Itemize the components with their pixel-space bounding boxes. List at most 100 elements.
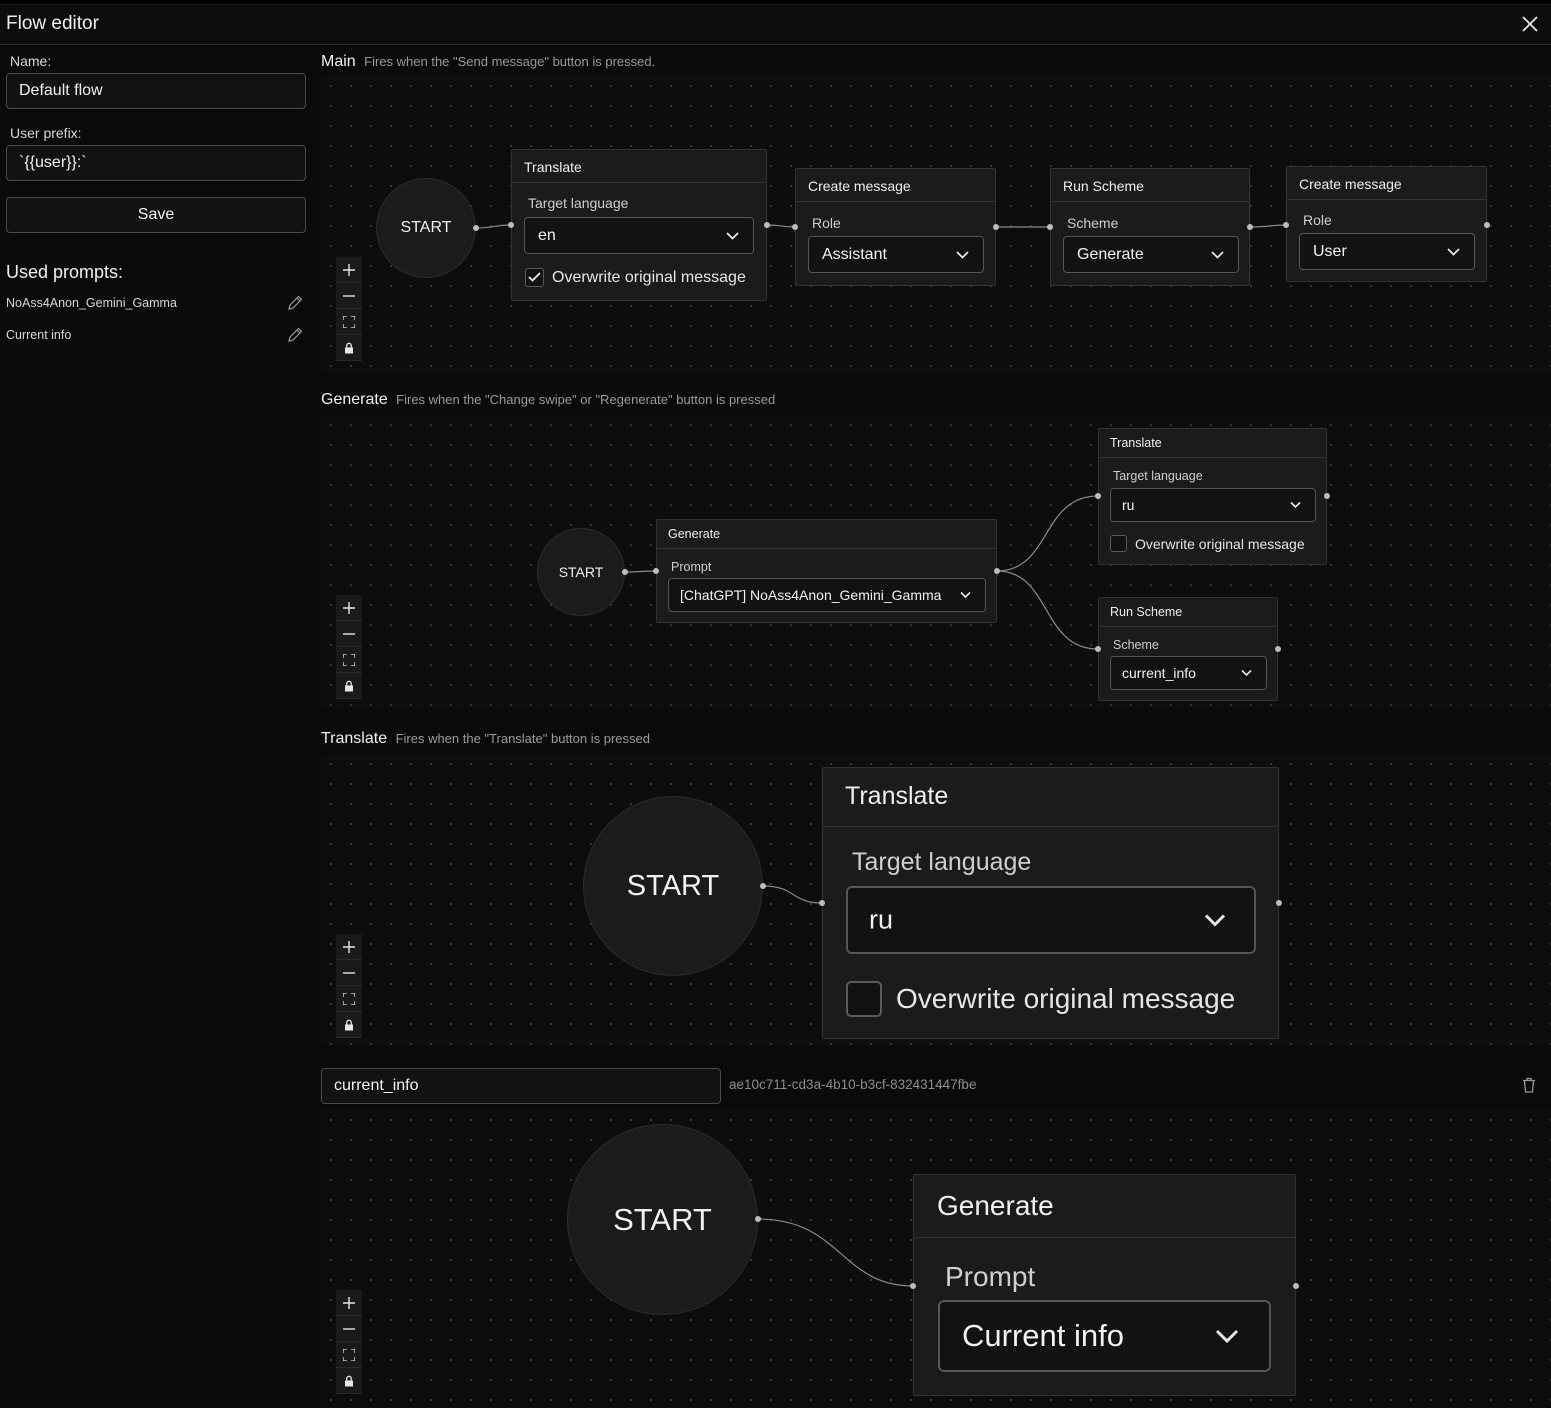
translate-node[interactable]: Translate Target language en Overwrite o… — [511, 149, 767, 301]
start-node[interactable]: START — [583, 796, 763, 976]
generate-node[interactable]: Generate Prompt Current info — [913, 1174, 1296, 1396]
node-title: Generate — [657, 520, 996, 549]
run-scheme-node[interactable]: Run Scheme Scheme current_info — [1098, 597, 1278, 701]
node-output-handle[interactable] — [1276, 900, 1282, 906]
flow-name-input[interactable] — [6, 73, 306, 109]
create-message-node[interactable]: Create message Role Assistant — [795, 168, 996, 286]
scheme-select[interactable]: current_info — [1110, 656, 1267, 690]
node-output-handle[interactable] — [755, 1216, 761, 1222]
used-prompts-title: Used prompts: — [6, 262, 124, 282]
start-node[interactable]: START — [567, 1124, 758, 1315]
node-output-handle[interactable] — [764, 222, 770, 228]
field-label: Target language — [852, 848, 1032, 876]
field-label: Target language — [528, 195, 629, 211]
overwrite-checkbox-row[interactable]: Overwrite original message — [1110, 535, 1305, 552]
node-output-handle[interactable] — [994, 568, 1000, 574]
node-input-handle[interactable] — [792, 224, 798, 230]
overwrite-checkbox[interactable] — [846, 981, 882, 1017]
sidebar: Name: User prefix: Save Used prompts: No… — [0, 46, 312, 1408]
node-title: Run Scheme — [1099, 598, 1277, 627]
flow-canvas-generate[interactable]: START Generate Prompt [ChatGPT] NoAss4An… — [321, 415, 1551, 708]
node-input-handle[interactable] — [819, 900, 825, 906]
overwrite-checkbox[interactable] — [525, 268, 544, 287]
save-button[interactable]: Save — [6, 197, 306, 233]
section-header-generate: Generate Fires when the "Change swipe" o… — [321, 391, 775, 409]
user-prefix-input[interactable] — [6, 145, 306, 181]
node-input-handle[interactable] — [1283, 222, 1289, 228]
translate-node[interactable]: Translate Target language ru Overwrite o… — [822, 767, 1279, 1039]
close-icon[interactable] — [1519, 13, 1541, 35]
lock-icon[interactable] — [336, 673, 362, 699]
node-output-handle[interactable] — [1275, 646, 1281, 652]
pencil-icon[interactable] — [286, 294, 304, 312]
canvas-controls — [336, 595, 362, 699]
role-select[interactable]: User — [1299, 233, 1475, 270]
target-language-select[interactable]: ru — [1110, 488, 1316, 522]
minus-icon[interactable] — [336, 621, 362, 647]
fit-view-icon[interactable] — [336, 309, 362, 335]
minus-icon[interactable] — [336, 1316, 362, 1342]
plus-icon[interactable] — [336, 257, 362, 283]
pencil-icon[interactable] — [286, 326, 304, 344]
start-node[interactable]: START — [376, 178, 476, 278]
node-output-handle[interactable] — [473, 225, 479, 231]
fit-view-icon[interactable] — [336, 986, 362, 1012]
overwrite-checkbox-row[interactable]: Overwrite original message — [846, 981, 1235, 1017]
app-title: Flow editor — [6, 13, 99, 34]
prompt-select[interactable]: Current info — [938, 1300, 1271, 1372]
field-label: Scheme — [1067, 215, 1119, 231]
flow-canvas-scheme[interactable]: START Generate Prompt Current info — [321, 1110, 1551, 1408]
node-output-handle[interactable] — [622, 569, 628, 575]
node-output-handle[interactable] — [993, 224, 999, 230]
scheme-name-input[interactable] — [321, 1068, 721, 1104]
node-output-handle[interactable] — [1293, 1283, 1299, 1289]
generate-node[interactable]: Generate Prompt [ChatGPT] NoAss4Anon_Gem… — [656, 519, 997, 623]
scheme-select[interactable]: Generate — [1063, 236, 1239, 273]
field-label: Target language — [1113, 469, 1203, 483]
node-input-handle[interactable] — [508, 222, 514, 228]
checkbox-label: Overwrite original message — [896, 983, 1236, 1014]
field-label: Role — [1303, 212, 1332, 228]
node-input-handle[interactable] — [1095, 493, 1101, 499]
select-value: current_info — [1122, 665, 1196, 681]
target-language-select[interactable]: en — [524, 217, 754, 254]
overwrite-checkbox-row[interactable]: Overwrite original message — [525, 268, 746, 287]
node-input-handle[interactable] — [1047, 224, 1053, 230]
trash-icon[interactable] — [1520, 1076, 1538, 1094]
lock-icon[interactable] — [336, 335, 362, 361]
node-input-handle[interactable] — [910, 1283, 916, 1289]
target-language-select[interactable]: ru — [846, 886, 1256, 954]
lock-icon[interactable] — [336, 1012, 362, 1038]
plus-icon[interactable] — [336, 595, 362, 621]
minus-icon[interactable] — [336, 960, 362, 986]
run-scheme-node[interactable]: Run Scheme Scheme Generate — [1050, 168, 1250, 286]
chevron-down-icon — [960, 591, 971, 599]
plus-icon[interactable] — [336, 1290, 362, 1316]
prompt-select[interactable]: [ChatGPT] NoAss4Anon_Gemini_Gamma — [668, 578, 986, 612]
node-output-handle[interactable] — [1324, 493, 1330, 499]
fit-view-icon[interactable] — [336, 647, 362, 673]
create-message-node[interactable]: Create message Role User — [1286, 166, 1487, 282]
overwrite-checkbox[interactable] — [1110, 535, 1127, 552]
node-title: Create message — [1287, 167, 1486, 200]
translate-node[interactable]: Translate Target language ru Overwrite o… — [1098, 428, 1327, 565]
select-value: en — [538, 226, 556, 244]
lock-icon[interactable] — [336, 1368, 362, 1394]
fit-view-icon[interactable] — [336, 1342, 362, 1368]
plus-icon[interactable] — [336, 934, 362, 960]
node-title: Translate — [1099, 429, 1326, 458]
flow-canvas-translate[interactable]: START Translate Target language ru Overw… — [321, 754, 1551, 1046]
role-select[interactable]: Assistant — [808, 236, 984, 273]
node-output-handle[interactable] — [1484, 222, 1490, 228]
node-input-handle[interactable] — [1095, 646, 1101, 652]
node-title: Translate — [512, 150, 766, 183]
minus-icon[interactable] — [336, 283, 362, 309]
node-input-handle[interactable] — [653, 568, 659, 574]
section-header-main: Main Fires when the "Send message" butto… — [321, 53, 655, 71]
start-node[interactable]: START — [537, 528, 625, 616]
flow-canvas-main[interactable]: START Translate Target language en Overw… — [321, 76, 1551, 374]
node-title: Run Scheme — [1051, 169, 1249, 202]
node-output-handle[interactable] — [1247, 224, 1253, 230]
node-output-handle[interactable] — [760, 883, 766, 889]
canvas-controls — [336, 1290, 362, 1394]
